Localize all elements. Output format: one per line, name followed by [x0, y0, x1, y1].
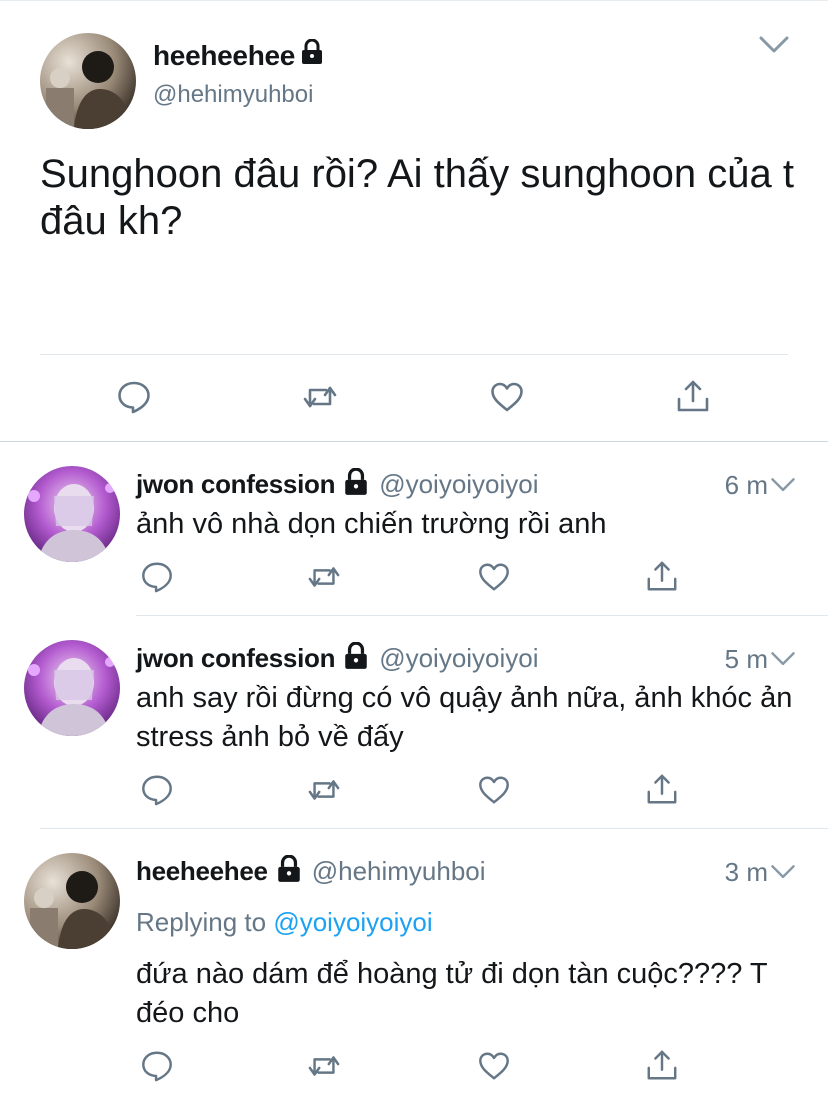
replying-prefix: Replying to: [136, 907, 267, 937]
user-photo-avatar-icon: [24, 853, 120, 949]
timestamp[interactable]: 6 m: [725, 470, 768, 501]
like-icon[interactable]: [474, 557, 514, 597]
reply-header: jwon confession @yoiyoiyoiyoi: [136, 641, 539, 675]
timestamp[interactable]: 5 m: [725, 644, 768, 675]
reply-icon[interactable]: [137, 557, 177, 597]
replying-to: Replying to @yoiyoiyoiyoi: [136, 907, 433, 938]
chevron-down-icon[interactable]: [758, 35, 790, 59]
like-icon[interactable]: [474, 1046, 514, 1086]
reply-text: anh say rồi đừng có vô quậy ảnh nữa, ảnh…: [136, 682, 793, 753]
reply-icon[interactable]: [114, 377, 154, 417]
avatar[interactable]: [24, 853, 120, 949]
retweet-icon[interactable]: [304, 557, 344, 597]
reply-icon[interactable]: [137, 1046, 177, 1086]
reply-icon[interactable]: [137, 770, 177, 810]
retweet-icon[interactable]: [304, 1046, 344, 1086]
lock-icon: [343, 467, 369, 501]
user-photo-avatar-icon: [24, 640, 120, 736]
retweet-icon[interactable]: [300, 377, 340, 417]
display-name-text: heeheehee: [153, 39, 296, 71]
display-name[interactable]: jwon confession: [136, 469, 335, 500]
lock-icon: [343, 641, 369, 675]
timestamp[interactable]: 3 m: [725, 857, 768, 888]
display-name[interactable]: heeheehee: [153, 38, 323, 72]
avatar[interactable]: [24, 640, 120, 736]
avatar[interactable]: [24, 466, 120, 562]
reply-text: ảnh vô nhà dọn chiến trường rồi anh: [136, 508, 607, 540]
handle[interactable]: @hehimyuhboi: [153, 81, 313, 109]
lock-icon: [276, 854, 302, 888]
share-icon[interactable]: [673, 377, 713, 417]
chevron-down-icon[interactable]: [770, 863, 796, 883]
display-name[interactable]: heeheehee: [136, 856, 268, 887]
tweet-text: Sunghoon đâu rồi? Ai thấy sunghoon của t…: [40, 152, 794, 243]
handle[interactable]: @yoiyoiyoiyoi: [379, 643, 538, 674]
handle[interactable]: @yoiyoiyoiyoi: [379, 469, 538, 500]
reply-tweet[interactable]: jwon confession @yoiyoiyoiyoi 6 m ảnh vô…: [0, 442, 828, 617]
main-tweet: heeheehee @hehimyuhboi Sunghoon đâu rồi?…: [0, 0, 828, 441]
like-icon[interactable]: [487, 377, 527, 417]
chevron-down-icon[interactable]: [770, 476, 796, 496]
share-icon[interactable]: [642, 1046, 682, 1086]
reply-tweet[interactable]: jwon confession @yoiyoiyoiyoi 5 m anh sa…: [0, 616, 828, 830]
user-photo-avatar-icon: [24, 466, 120, 562]
like-icon[interactable]: [474, 770, 514, 810]
avatar[interactable]: [40, 33, 136, 129]
reply-header: jwon confession @yoiyoiyoiyoi: [136, 467, 539, 501]
share-icon[interactable]: [642, 557, 682, 597]
reply-text: đứa nào dám để hoàng tử đi dọn tàn cuộc?…: [136, 958, 768, 1029]
reply-tweet[interactable]: heeheehee @hehimyuhboi 3 m Replying to @…: [0, 829, 828, 1095]
display-name[interactable]: jwon confession: [136, 643, 335, 674]
chevron-down-icon[interactable]: [770, 650, 796, 670]
handle[interactable]: @hehimyuhboi: [312, 856, 486, 887]
tweet-actions: [0, 377, 828, 421]
user-photo-avatar-icon: [40, 33, 136, 129]
retweet-icon[interactable]: [304, 770, 344, 810]
lock-icon: [301, 38, 323, 72]
share-icon[interactable]: [642, 770, 682, 810]
divider: [40, 354, 788, 355]
reply-header: heeheehee @hehimyuhboi: [136, 854, 486, 888]
mention-link[interactable]: @yoiyoiyoiyoi: [273, 907, 432, 937]
